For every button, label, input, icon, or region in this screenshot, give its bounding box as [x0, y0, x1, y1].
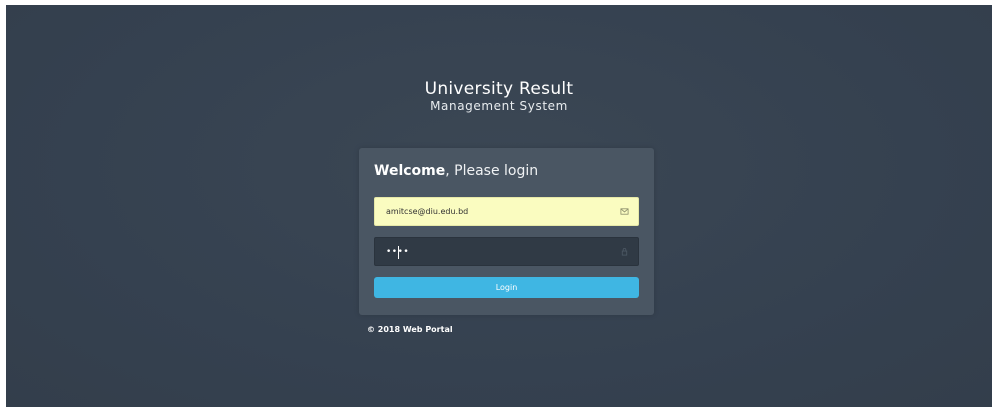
welcome-text: Welcome [374, 163, 446, 179]
app-subtitle: Management System [430, 99, 568, 113]
login-button[interactable]: Login [374, 277, 639, 298]
email-input[interactable] [375, 198, 638, 225]
please-login-text: , Please login [445, 163, 539, 179]
envelope-icon [620, 208, 629, 215]
login-heading: Welcome, Please login [374, 163, 538, 179]
login-card: Welcome, Please login Login [359, 148, 654, 315]
app-title: University Result [424, 79, 574, 99]
password-field [374, 237, 639, 266]
email-field [374, 197, 639, 226]
login-page: University Result Management System Welc… [6, 5, 992, 407]
lock-icon [621, 248, 628, 256]
password-input[interactable] [375, 238, 638, 265]
text-caret [398, 246, 399, 259]
footer-copyright: © 2018 Web Portal [367, 325, 453, 334]
